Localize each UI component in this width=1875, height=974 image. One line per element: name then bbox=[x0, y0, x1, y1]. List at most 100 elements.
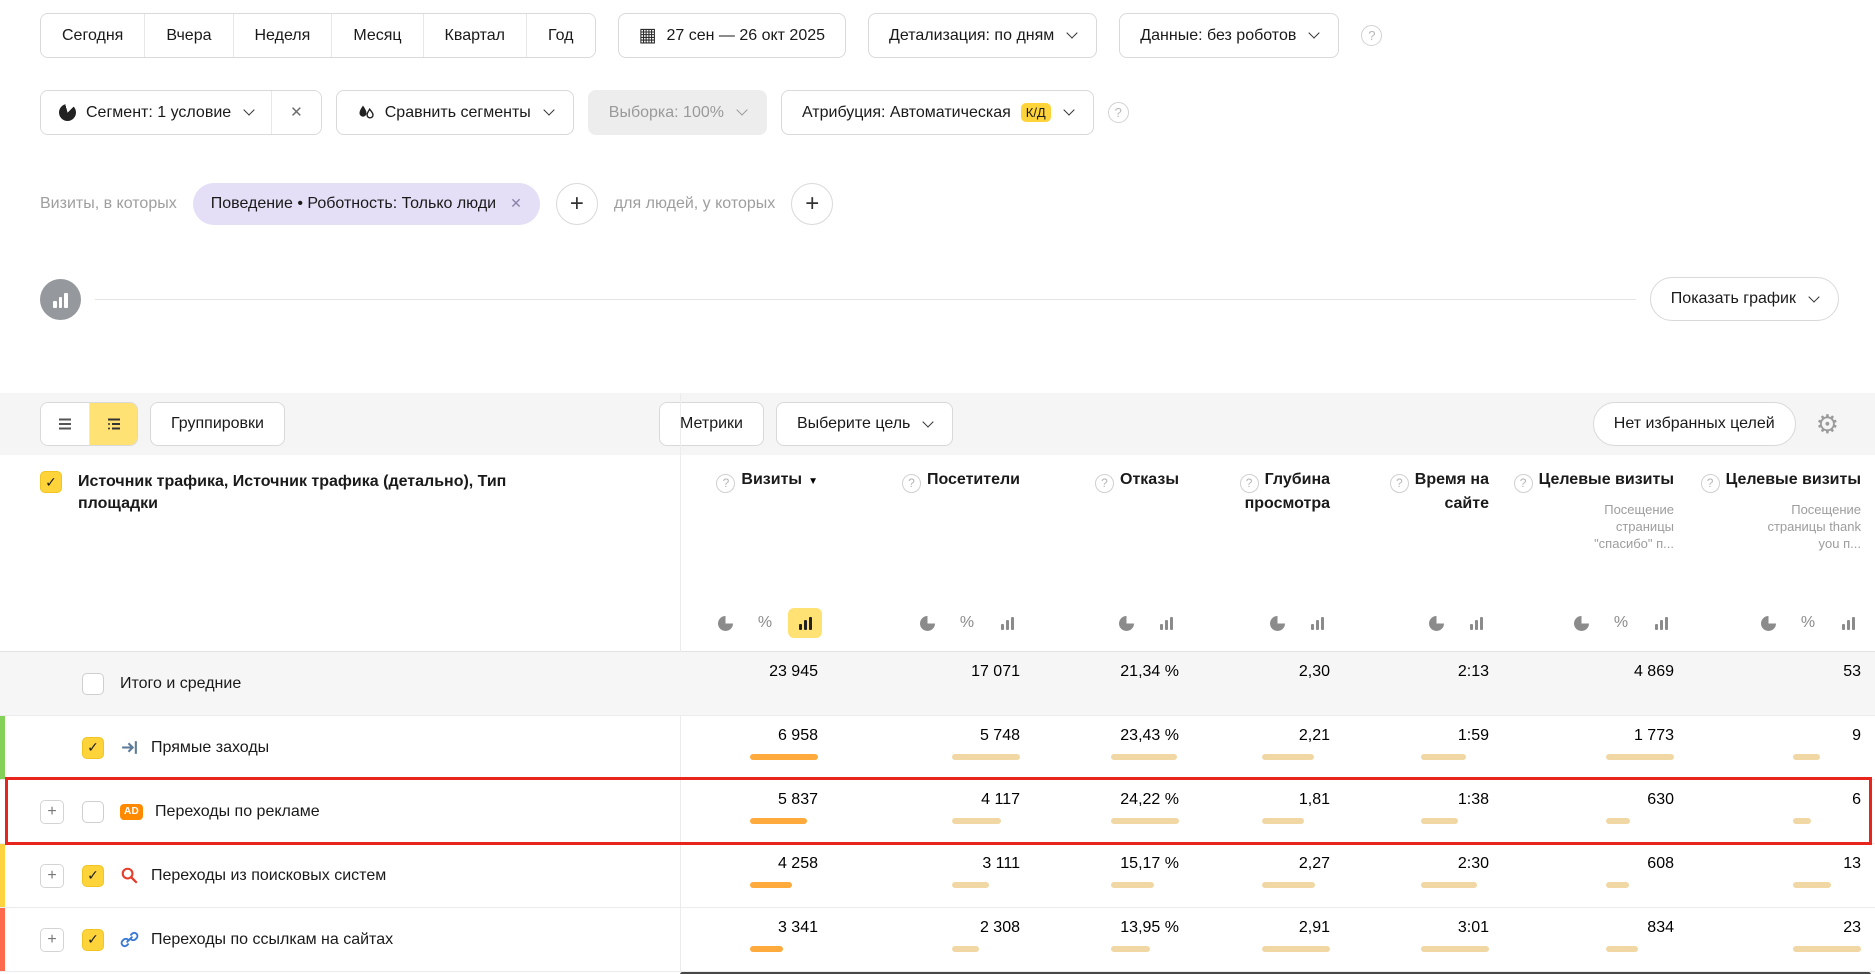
metric-value: 3:01 bbox=[1458, 918, 1489, 938]
table-row: Прямые заходы6 9585 74823,43 %2,211:591 … bbox=[0, 716, 1875, 780]
tree-view-button[interactable] bbox=[89, 403, 137, 445]
period-yesterday-button[interactable]: Вчера bbox=[144, 14, 232, 57]
value-bar bbox=[952, 754, 1020, 760]
column-header-visits[interactable]: Визиты bbox=[680, 455, 832, 595]
gear-icon[interactable] bbox=[1814, 407, 1841, 442]
column-header-goal-visits-1[interactable]: Целевые визиты Посещение страницы "спаси… bbox=[1503, 455, 1688, 595]
search-source-icon bbox=[120, 866, 139, 885]
favorite-goals-button[interactable]: Нет избранных целей bbox=[1593, 402, 1796, 446]
bar-chart-toggle[interactable] bbox=[788, 608, 822, 638]
metric-value: 53 bbox=[1843, 662, 1861, 682]
percent-toggle[interactable] bbox=[1791, 608, 1825, 638]
metric-help-icon bbox=[1701, 474, 1720, 493]
segment-dropdown[interactable]: Сегмент: 1 условие bbox=[41, 91, 271, 134]
value-bar bbox=[750, 818, 807, 824]
toggles-bounces bbox=[1034, 595, 1193, 651]
bar-chart-toggle[interactable] bbox=[990, 608, 1024, 638]
table-toolbar: Группировки Метрики Выберите цель Нет из… bbox=[0, 393, 1875, 455]
expand-row-button[interactable] bbox=[40, 928, 64, 952]
metric-cell: 2 308 bbox=[832, 908, 1034, 971]
metric-help-icon bbox=[716, 474, 735, 493]
row-checkbox[interactable] bbox=[82, 865, 104, 887]
flat-list-view-button[interactable] bbox=[41, 403, 89, 445]
period-quarter-button[interactable]: Квартал bbox=[423, 14, 526, 57]
date-range-button[interactable]: 27 сен — 26 окт 2025 bbox=[618, 13, 847, 58]
metric-value: 5 748 bbox=[980, 726, 1020, 746]
bar-chart-toggle[interactable] bbox=[1644, 608, 1678, 638]
metric-cell: 17 071 bbox=[832, 652, 1034, 715]
pie-chart-toggle[interactable] bbox=[708, 608, 742, 638]
row-checkbox[interactable] bbox=[82, 929, 104, 951]
metric-value: 2,27 bbox=[1299, 854, 1330, 874]
row-checkbox[interactable] bbox=[82, 673, 104, 695]
period-year-button[interactable]: Год bbox=[526, 14, 594, 57]
value-bar bbox=[750, 882, 792, 888]
select-all-checkbox[interactable] bbox=[40, 471, 62, 493]
remove-condition-icon[interactable] bbox=[510, 195, 522, 213]
help-icon[interactable] bbox=[1361, 25, 1382, 46]
column-header-time-on-site[interactable]: Время на сайте bbox=[1344, 455, 1503, 595]
add-people-condition-button[interactable] bbox=[791, 183, 833, 225]
row-name: Прямые заходы bbox=[151, 739, 269, 757]
toggles-visits bbox=[680, 595, 832, 651]
pie-chart-toggle[interactable] bbox=[1564, 608, 1598, 638]
metric-value: 608 bbox=[1647, 854, 1674, 874]
percent-toggle[interactable] bbox=[950, 608, 984, 638]
chart-type-toggle-row bbox=[0, 595, 1875, 651]
period-week-button[interactable]: Неделя bbox=[233, 14, 332, 57]
value-bar bbox=[952, 946, 979, 952]
data-mode-dropdown[interactable]: Данные: без роботов bbox=[1119, 13, 1339, 58]
metric-value: 2,30 bbox=[1299, 662, 1330, 682]
value-bar bbox=[1606, 882, 1629, 888]
pie-chart-toggle[interactable] bbox=[1260, 608, 1294, 638]
metric-value: 2:30 bbox=[1458, 854, 1489, 874]
value-bar bbox=[1421, 946, 1489, 952]
period-today-button[interactable]: Сегодня bbox=[41, 14, 144, 57]
metrics-button[interactable]: Метрики bbox=[659, 402, 764, 446]
robots-condition-chip[interactable]: Поведение • Роботность: Только люди bbox=[193, 183, 540, 225]
percent-toggle[interactable] bbox=[1604, 608, 1638, 638]
column-header-visitors[interactable]: Посетители bbox=[832, 455, 1034, 595]
show-graph-button[interactable]: Показать график bbox=[1650, 277, 1839, 321]
bar-chart-toggle[interactable] bbox=[1831, 608, 1865, 638]
metric-value: 23 945 bbox=[769, 662, 818, 682]
metric-cell: 4 869 bbox=[1503, 652, 1688, 715]
detalization-dropdown[interactable]: Детализация: по дням bbox=[868, 13, 1097, 58]
metric-cell: 24,22 % bbox=[1034, 780, 1193, 843]
column-header-bounces[interactable]: Отказы bbox=[1034, 455, 1193, 595]
add-visit-condition-button[interactable] bbox=[556, 183, 598, 225]
pie-chart-toggle[interactable] bbox=[1751, 608, 1785, 638]
metric-cell: 53 bbox=[1688, 652, 1875, 715]
compare-segments-dropdown[interactable]: Сравнить сегменты bbox=[336, 90, 574, 135]
metric-cell: 13,95 % bbox=[1034, 908, 1193, 971]
graph-collapse-handle[interactable] bbox=[40, 279, 81, 320]
period-month-button[interactable]: Месяц bbox=[331, 14, 422, 57]
direct-entry-icon bbox=[120, 738, 139, 757]
row-checkbox[interactable] bbox=[82, 737, 104, 759]
pie-chart-toggle[interactable] bbox=[1109, 608, 1143, 638]
row-checkbox[interactable] bbox=[82, 801, 104, 823]
toggles-visitors bbox=[832, 595, 1034, 651]
bar-chart-toggle[interactable] bbox=[1149, 608, 1183, 638]
row-name: Переходы по рекламе bbox=[155, 803, 320, 821]
sampling-dropdown[interactable]: Выборка: 100% bbox=[588, 90, 767, 135]
expand-row-button[interactable] bbox=[40, 800, 64, 824]
metric-value: 24,22 % bbox=[1120, 790, 1179, 810]
pie-chart-toggle[interactable] bbox=[1419, 608, 1453, 638]
segment-clear-button[interactable] bbox=[271, 91, 321, 134]
help-icon[interactable] bbox=[1108, 102, 1129, 123]
choose-goal-dropdown[interactable]: Выберите цель bbox=[776, 402, 953, 446]
pie-chart-toggle[interactable] bbox=[910, 608, 944, 638]
metric-cell: 1:59 bbox=[1344, 716, 1503, 779]
metric-value: 5 837 bbox=[778, 790, 818, 810]
column-header-depth[interactable]: Глубина просмотра bbox=[1193, 455, 1344, 595]
groupings-button[interactable]: Группировки bbox=[150, 402, 285, 446]
attribution-dropdown[interactable]: Атрибуция: Автоматическая К/Д bbox=[781, 90, 1094, 135]
column-header-goal-visits-2[interactable]: Целевые визиты Посещение страницы thank … bbox=[1688, 455, 1875, 595]
bar-chart-toggle[interactable] bbox=[1459, 608, 1493, 638]
percent-toggle[interactable] bbox=[748, 608, 782, 638]
goal-subtitle: Посещение страницы thank you п... bbox=[1743, 501, 1861, 552]
bar-chart-toggle[interactable] bbox=[1300, 608, 1334, 638]
expand-row-button[interactable] bbox=[40, 864, 64, 888]
metric-cell: 15,17 % bbox=[1034, 844, 1193, 907]
